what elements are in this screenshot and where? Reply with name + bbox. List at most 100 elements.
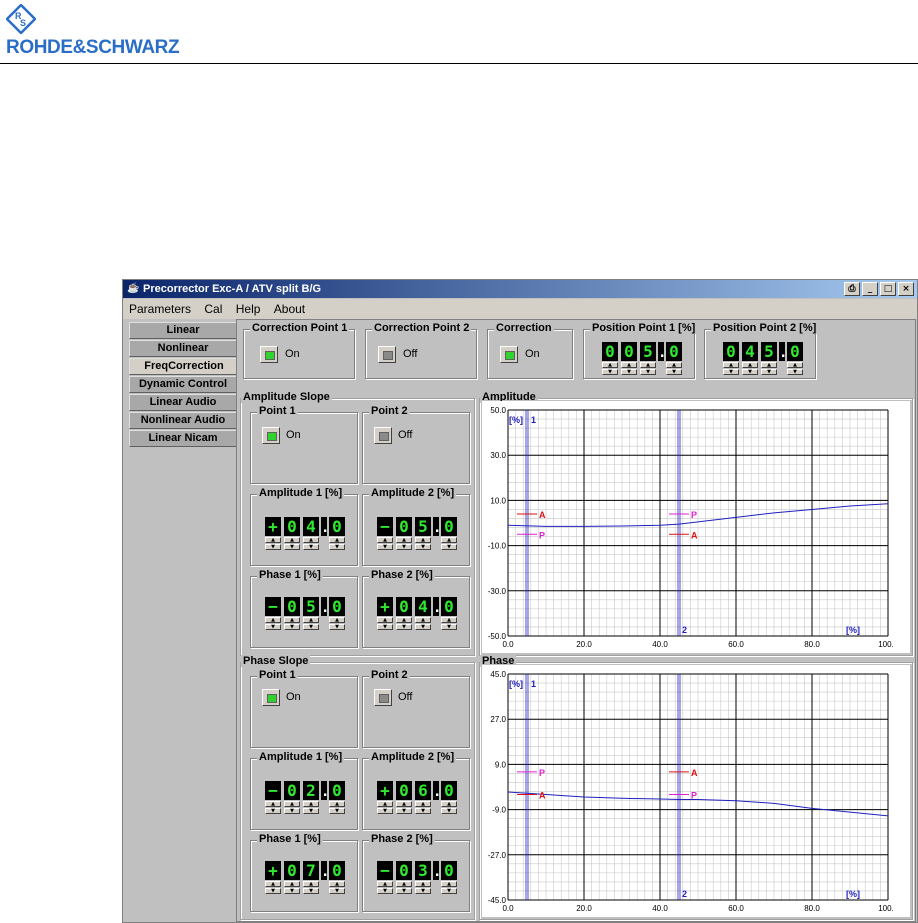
phase-amplitude-1-spinner[interactable]: − ▲ ▼ 0 ▲ ▼ 2 ▲ ▼. 0 ▲ ▼ [264,781,347,814]
arrow-down-icon[interactable]: ▼ [441,544,457,550]
arrow-up-icon[interactable]: ▲ [284,801,300,807]
arrow-up-icon[interactable]: ▲ [723,362,739,368]
arrow-down-icon[interactable]: ▼ [742,369,758,375]
arrow-down-icon[interactable]: ▼ [284,624,300,630]
arrow-down-icon[interactable]: ▼ [441,624,457,630]
amp-amplitude-2-spinner[interactable]: − ▲ ▼ 0 ▲ ▼ 5 ▲ ▼. 0 ▲ ▼ [376,517,459,550]
arrow-down-icon[interactable]: ▼ [265,624,281,630]
arrow-up-icon[interactable]: ▲ [329,617,345,623]
amp-amplitude-1-spinner[interactable]: + ▲ ▼ 0 ▲ ▼ 4 ▲ ▼. 0 ▲ ▼ [264,517,347,550]
arrow-up-icon[interactable]: ▲ [415,881,431,887]
arrow-up-icon[interactable]: ▲ [396,537,412,543]
arrow-up-icon[interactable]: ▲ [787,362,803,368]
arrow-up-icon[interactable]: ▲ [284,881,300,887]
menu-help[interactable]: Help [236,302,261,316]
arrow-up-icon[interactable]: ▲ [396,881,412,887]
arrow-down-icon[interactable]: ▼ [329,544,345,550]
arrow-down-icon[interactable]: ▼ [284,544,300,550]
arrow-down-icon[interactable]: ▼ [621,369,637,375]
tab-freqcorrection[interactable]: FreqCorrection [129,358,239,375]
tab-linear[interactable]: Linear [129,322,237,339]
arrow-up-icon[interactable]: ▲ [441,537,457,543]
tab-nonlinear[interactable]: Nonlinear [129,340,237,357]
arrow-down-icon[interactable]: ▼ [329,808,345,814]
title-bar[interactable]: ☕ Precorrector Exc-A / ATV split B/G ⎙ _… [123,280,917,298]
arrow-down-icon[interactable]: ▼ [787,369,803,375]
arrow-down-icon[interactable]: ▼ [640,369,656,375]
arrow-up-icon[interactable]: ▲ [377,801,393,807]
correction-point-1-toggle[interactable] [260,346,278,363]
arrow-up-icon[interactable]: ▲ [265,617,281,623]
arrow-down-icon[interactable]: ▼ [602,369,618,375]
arrow-up-icon[interactable]: ▲ [602,362,618,368]
arrow-down-icon[interactable]: ▼ [303,624,319,630]
arrow-up-icon[interactable]: ▲ [396,801,412,807]
arrow-down-icon[interactable]: ▼ [396,888,412,894]
arrow-up-icon[interactable]: ▲ [265,537,281,543]
arrow-down-icon[interactable]: ▼ [666,369,682,375]
arrow-down-icon[interactable]: ▼ [284,888,300,894]
arrow-up-icon[interactable]: ▲ [415,617,431,623]
arrow-down-icon[interactable]: ▼ [265,888,281,894]
tab-nonlinear-audio[interactable]: Nonlinear Audio [129,412,237,429]
amp-phase-1-spinner[interactable]: − ▲ ▼ 0 ▲ ▼ 5 ▲ ▼. 0 ▲ ▼ [264,597,347,630]
phase-point-1-toggle[interactable] [262,689,280,706]
arrow-down-icon[interactable]: ▼ [329,624,345,630]
arrow-down-icon[interactable]: ▼ [415,624,431,630]
arrow-up-icon[interactable]: ▲ [377,881,393,887]
phase-amplitude-2-spinner[interactable]: + ▲ ▼ 0 ▲ ▼ 6 ▲ ▼. 0 ▲ ▼ [376,781,459,814]
arrow-up-icon[interactable]: ▲ [377,537,393,543]
arrow-up-icon[interactable]: ▲ [303,801,319,807]
arrow-down-icon[interactable]: ▼ [303,544,319,550]
arrow-down-icon[interactable]: ▼ [441,888,457,894]
arrow-down-icon[interactable]: ▼ [396,808,412,814]
arrow-up-icon[interactable]: ▲ [265,881,281,887]
print-icon[interactable]: ⎙ [844,282,860,296]
arrow-up-icon[interactable]: ▲ [377,617,393,623]
arrow-up-icon[interactable]: ▲ [441,801,457,807]
arrow-down-icon[interactable]: ▼ [415,888,431,894]
menu-about[interactable]: About [274,302,305,316]
position-point-1-spinner[interactable]: 0 ▲ ▼ 0 ▲ ▼ 5 ▲ ▼. 0 ▲ ▼ [601,342,684,375]
arrow-up-icon[interactable]: ▲ [441,617,457,623]
arrow-down-icon[interactable]: ▼ [377,808,393,814]
arrow-down-icon[interactable]: ▼ [377,544,393,550]
phase-phase-2-spinner[interactable]: − ▲ ▼ 0 ▲ ▼ 3 ▲ ▼. 0 ▲ ▼ [376,861,459,894]
arrow-up-icon[interactable]: ▲ [284,537,300,543]
arrow-down-icon[interactable]: ▼ [441,808,457,814]
menu-cal[interactable]: Cal [204,302,222,316]
arrow-down-icon[interactable]: ▼ [396,544,412,550]
arrow-up-icon[interactable]: ▲ [415,801,431,807]
arrow-up-icon[interactable]: ▲ [666,362,682,368]
arrow-down-icon[interactable]: ▼ [377,624,393,630]
arrow-down-icon[interactable]: ▼ [265,544,281,550]
arrow-down-icon[interactable]: ▼ [415,808,431,814]
arrow-up-icon[interactable]: ▲ [396,617,412,623]
arrow-up-icon[interactable]: ▲ [329,881,345,887]
amp-phase-2-spinner[interactable]: + ▲ ▼ 0 ▲ ▼ 4 ▲ ▼. 0 ▲ ▼ [376,597,459,630]
arrow-up-icon[interactable]: ▲ [742,362,758,368]
menu-parameters[interactable]: Parameters [129,302,191,316]
arrow-up-icon[interactable]: ▲ [284,617,300,623]
arrow-up-icon[interactable]: ▲ [265,801,281,807]
amp-point-2-toggle[interactable] [374,427,392,444]
tab-linear-nicam[interactable]: Linear Nicam [129,430,237,447]
arrow-up-icon[interactable]: ▲ [621,362,637,368]
arrow-down-icon[interactable]: ▼ [761,369,777,375]
arrow-down-icon[interactable]: ▼ [329,888,345,894]
close-icon[interactable]: × [898,282,914,296]
arrow-up-icon[interactable]: ▲ [441,881,457,887]
arrow-up-icon[interactable]: ▲ [329,801,345,807]
arrow-down-icon[interactable]: ▼ [265,808,281,814]
amp-point-1-toggle[interactable] [262,427,280,444]
arrow-up-icon[interactable]: ▲ [761,362,777,368]
arrow-up-icon[interactable]: ▲ [303,537,319,543]
arrow-down-icon[interactable]: ▼ [415,544,431,550]
minimize-icon[interactable]: _ [862,282,878,296]
correction-toggle[interactable] [500,346,518,363]
tab-dynamic-control[interactable]: Dynamic Control [129,376,237,393]
position-point-2-spinner[interactable]: 0 ▲ ▼ 4 ▲ ▼ 5 ▲ ▼. 0 ▲ ▼ [722,342,805,375]
correction-point-2-toggle[interactable] [378,346,396,363]
arrow-down-icon[interactable]: ▼ [377,888,393,894]
arrow-down-icon[interactable]: ▼ [284,808,300,814]
